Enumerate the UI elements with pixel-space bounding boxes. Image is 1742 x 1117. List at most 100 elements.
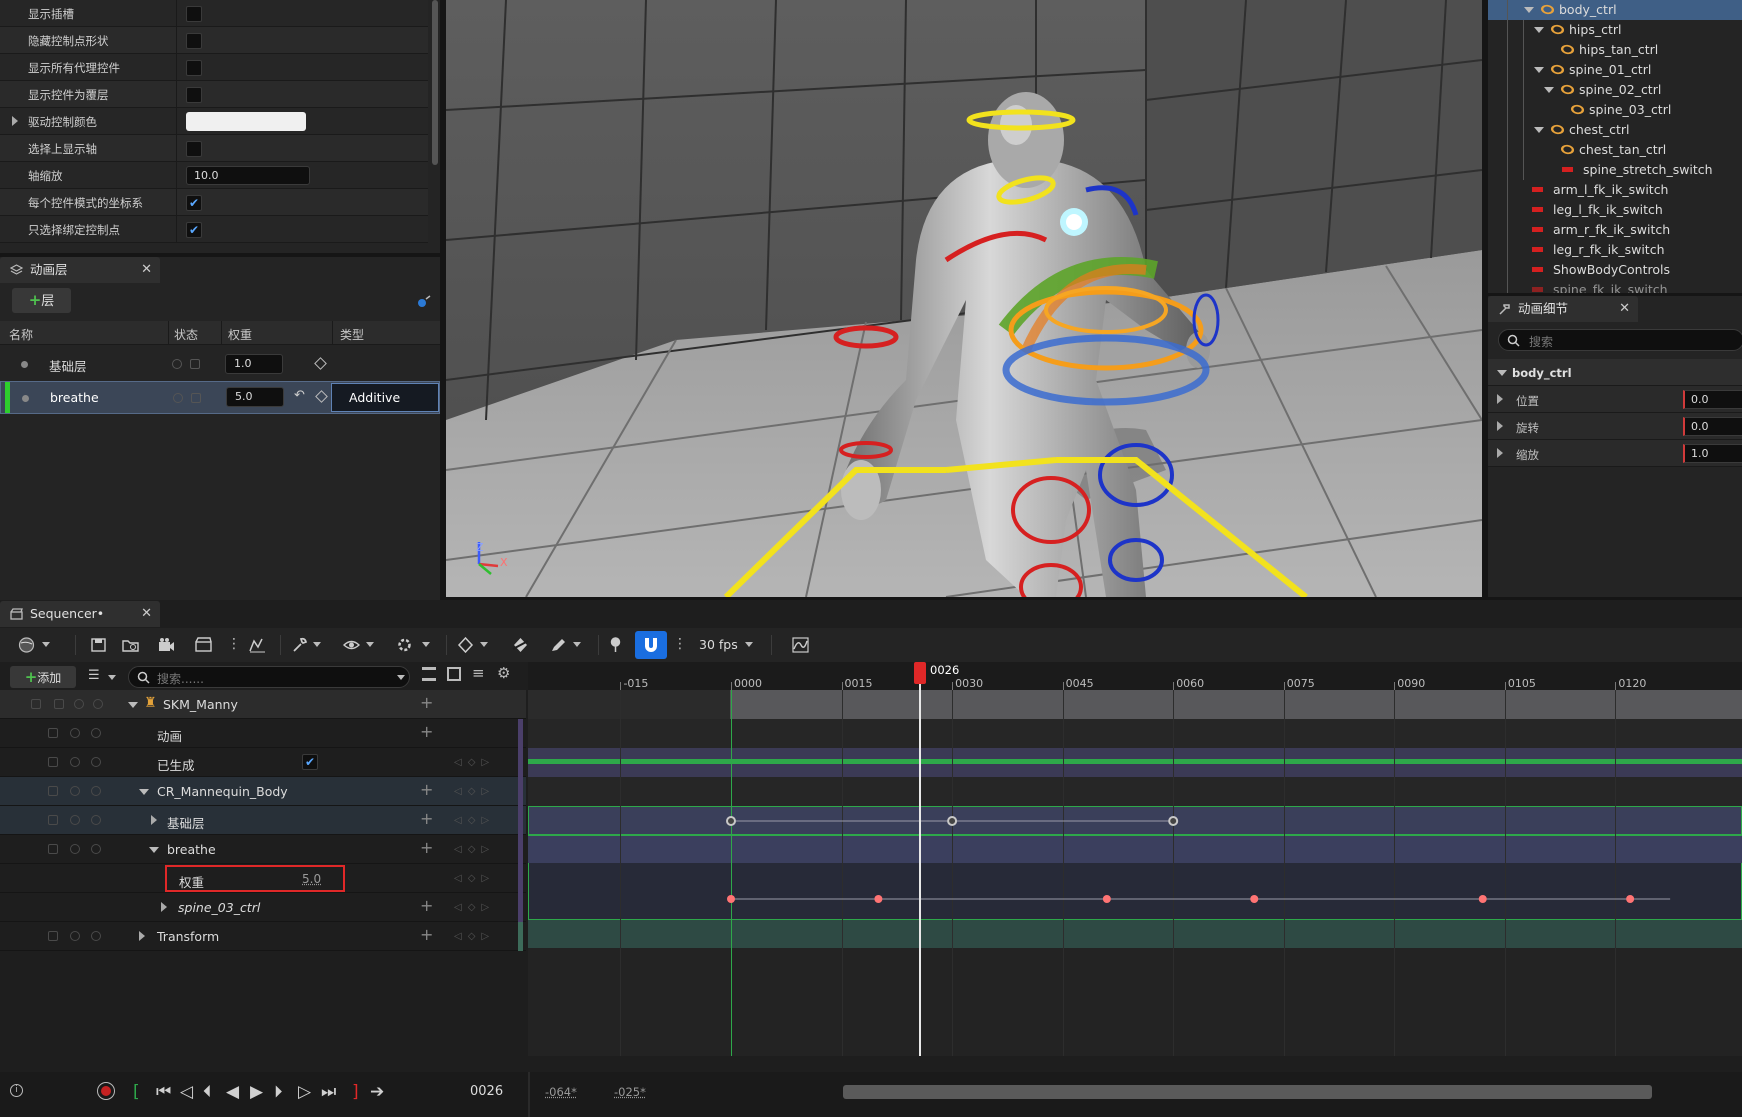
- spine-keyframe[interactable]: [874, 895, 882, 903]
- next-key-button[interactable]: ▷: [298, 1082, 311, 1102]
- rotation-x-input[interactable]: 0.0: [1683, 417, 1742, 436]
- level-viewport[interactable]: Z X: [446, 0, 1482, 597]
- tab-anim-layers[interactable]: 动画层 ✕: [0, 257, 160, 283]
- collapse-arrow-icon[interactable]: [139, 789, 149, 795]
- add-icon[interactable]: +: [420, 925, 433, 944]
- track-row[interactable]: ♜ SKM_Manny +: [0, 690, 526, 719]
- settings-dot-icon[interactable]: [416, 295, 432, 309]
- key-nav-icon[interactable]: ◁◇▷: [454, 873, 495, 884]
- collapse-arrow-icon[interactable]: [1497, 370, 1507, 376]
- lock-icon[interactable]: [48, 844, 58, 854]
- add-track-button[interactable]: +添加: [10, 666, 76, 688]
- base-layer-keyframe[interactable]: [727, 817, 735, 825]
- layer-weight-input[interactable]: 5.0: [226, 387, 284, 407]
- mute-icon[interactable]: [93, 699, 103, 709]
- track-row[interactable]: CR_Mannequin_Body + ◁◇▷: [0, 777, 526, 806]
- go-to-start-button[interactable]: ⏮: [156, 1082, 171, 1102]
- chevron-down-icon[interactable]: [573, 642, 581, 647]
- visibility-dot-icon[interactable]: [22, 395, 29, 402]
- key-nav-icon[interactable]: ◁◇▷: [454, 844, 495, 855]
- view-range-start[interactable]: -064*: [545, 1085, 577, 1099]
- save-icon[interactable]: [90, 637, 107, 653]
- expand-arrow-icon[interactable]: [1497, 448, 1503, 458]
- scale-x-input[interactable]: 1.0: [1683, 444, 1742, 463]
- expand-arrow-icon[interactable]: [12, 116, 18, 126]
- key-diamond-icon[interactable]: [457, 637, 474, 653]
- track-row[interactable]: 权重 5.0 ◁◇▷: [0, 864, 526, 893]
- keyframes-layer[interactable]: [528, 662, 1742, 1056]
- track-row[interactable]: Transform + ◁◇▷: [0, 922, 526, 951]
- layer-type-dropdown[interactable]: Additive: [331, 383, 439, 412]
- location-x-input[interactable]: 0.0: [1683, 390, 1742, 409]
- base-layer-keyframe[interactable]: [1169, 817, 1177, 825]
- visibility-dot-icon[interactable]: [21, 361, 28, 368]
- close-icon[interactable]: ✕: [141, 601, 152, 627]
- world-icon[interactable]: [18, 637, 35, 653]
- lock-icon[interactable]: [48, 786, 58, 796]
- playhead-handle[interactable]: [914, 662, 926, 684]
- show-sockets-checkbox[interactable]: [186, 6, 202, 22]
- current-frame-field[interactable]: 0026: [470, 1084, 503, 1099]
- expand-arrow-icon[interactable]: [139, 931, 145, 941]
- list-view-icon[interactable]: ≡: [472, 664, 485, 682]
- next-frame-button[interactable]: ⏵: [274, 1082, 283, 1102]
- tree-item[interactable]: spine_01_ctrl: [1534, 60, 1651, 80]
- weight-value-input[interactable]: 5.0: [302, 872, 321, 886]
- tree-item[interactable]: spine_fk_ik_switch: [1532, 280, 1668, 293]
- chevron-down-icon[interactable]: [108, 675, 116, 680]
- mute-icon[interactable]: [91, 815, 101, 825]
- tree-item[interactable]: hips_ctrl: [1534, 20, 1621, 40]
- collapse-all-icon[interactable]: [422, 667, 436, 681]
- tree-item[interactable]: leg_r_fk_ik_switch: [1532, 240, 1665, 260]
- section-header[interactable]: body_ctrl: [1488, 359, 1742, 386]
- key-diamond-icon[interactable]: [315, 390, 328, 403]
- tree-item[interactable]: spine_02_ctrl: [1544, 80, 1661, 100]
- track-row[interactable]: 动画 +: [0, 719, 526, 748]
- anim-details-search-input[interactable]: 搜索: [1498, 329, 1742, 351]
- marker-pin-icon[interactable]: [607, 637, 624, 653]
- play-button[interactable]: ▶: [250, 1082, 263, 1102]
- spine-keyframe[interactable]: [1626, 895, 1634, 903]
- more-options-icon[interactable]: ⋮: [673, 636, 687, 652]
- add-icon[interactable]: +: [420, 838, 433, 857]
- spine-keyframe[interactable]: [1103, 895, 1111, 903]
- key-nav-icon[interactable]: ◁◇▷: [454, 786, 495, 797]
- show-controls-overlay-checkbox[interactable]: [186, 87, 202, 103]
- lock-icon[interactable]: [48, 728, 58, 738]
- prev-key-button[interactable]: ◁: [180, 1082, 193, 1102]
- chevron-down-icon[interactable]: [42, 642, 50, 647]
- lock-icon[interactable]: [48, 931, 58, 941]
- collapse-arrow-icon[interactable]: [1534, 127, 1544, 133]
- spawned-checkbox[interactable]: ✔: [302, 754, 318, 770]
- key-nav-icon[interactable]: ◁◇▷: [454, 931, 495, 942]
- mute-icon[interactable]: [91, 728, 101, 738]
- auto-tangent-icon[interactable]: [512, 637, 529, 653]
- sequencer-search-input[interactable]: 搜索......: [128, 666, 410, 688]
- eye-icon[interactable]: [343, 637, 360, 653]
- curve-editor-icon[interactable]: [792, 637, 809, 653]
- layer-row-base[interactable]: 基础层 1.0: [0, 348, 440, 381]
- show-all-proxy-controls-checkbox[interactable]: [186, 60, 202, 76]
- add-icon[interactable]: +: [420, 809, 433, 828]
- add-icon[interactable]: +: [420, 722, 433, 741]
- show-axes-on-selection-checkbox[interactable]: [186, 141, 202, 157]
- mute-icon[interactable]: [91, 844, 101, 854]
- chevron-down-icon[interactable]: [422, 642, 430, 647]
- browse-icon[interactable]: [122, 637, 139, 653]
- prev-frame-button[interactable]: ⏴: [203, 1082, 212, 1102]
- mute-icon[interactable]: [91, 757, 101, 767]
- timeline-scrollbar[interactable]: [843, 1085, 1652, 1099]
- sequencer-timeline[interactable]: -015 0000 0015 0030 0045 0060 0075 0090 0105 0120…: [528, 662, 1742, 1056]
- lock-icon[interactable]: [48, 757, 58, 767]
- expand-arrow-icon[interactable]: [1497, 421, 1503, 431]
- spine-keyframe[interactable]: [727, 895, 735, 903]
- headphones-icon[interactable]: [70, 815, 80, 825]
- mute-icon[interactable]: [91, 931, 101, 941]
- close-icon[interactable]: ✕: [141, 257, 152, 283]
- snapping-toggle[interactable]: [635, 631, 667, 659]
- go-to-end-button[interactable]: ⏭: [321, 1082, 336, 1102]
- add-icon[interactable]: +: [420, 896, 433, 915]
- pen-icon[interactable]: [550, 637, 567, 653]
- record-button[interactable]: [97, 1082, 115, 1100]
- tree-item[interactable]: spine_stretch_switch: [1562, 160, 1713, 180]
